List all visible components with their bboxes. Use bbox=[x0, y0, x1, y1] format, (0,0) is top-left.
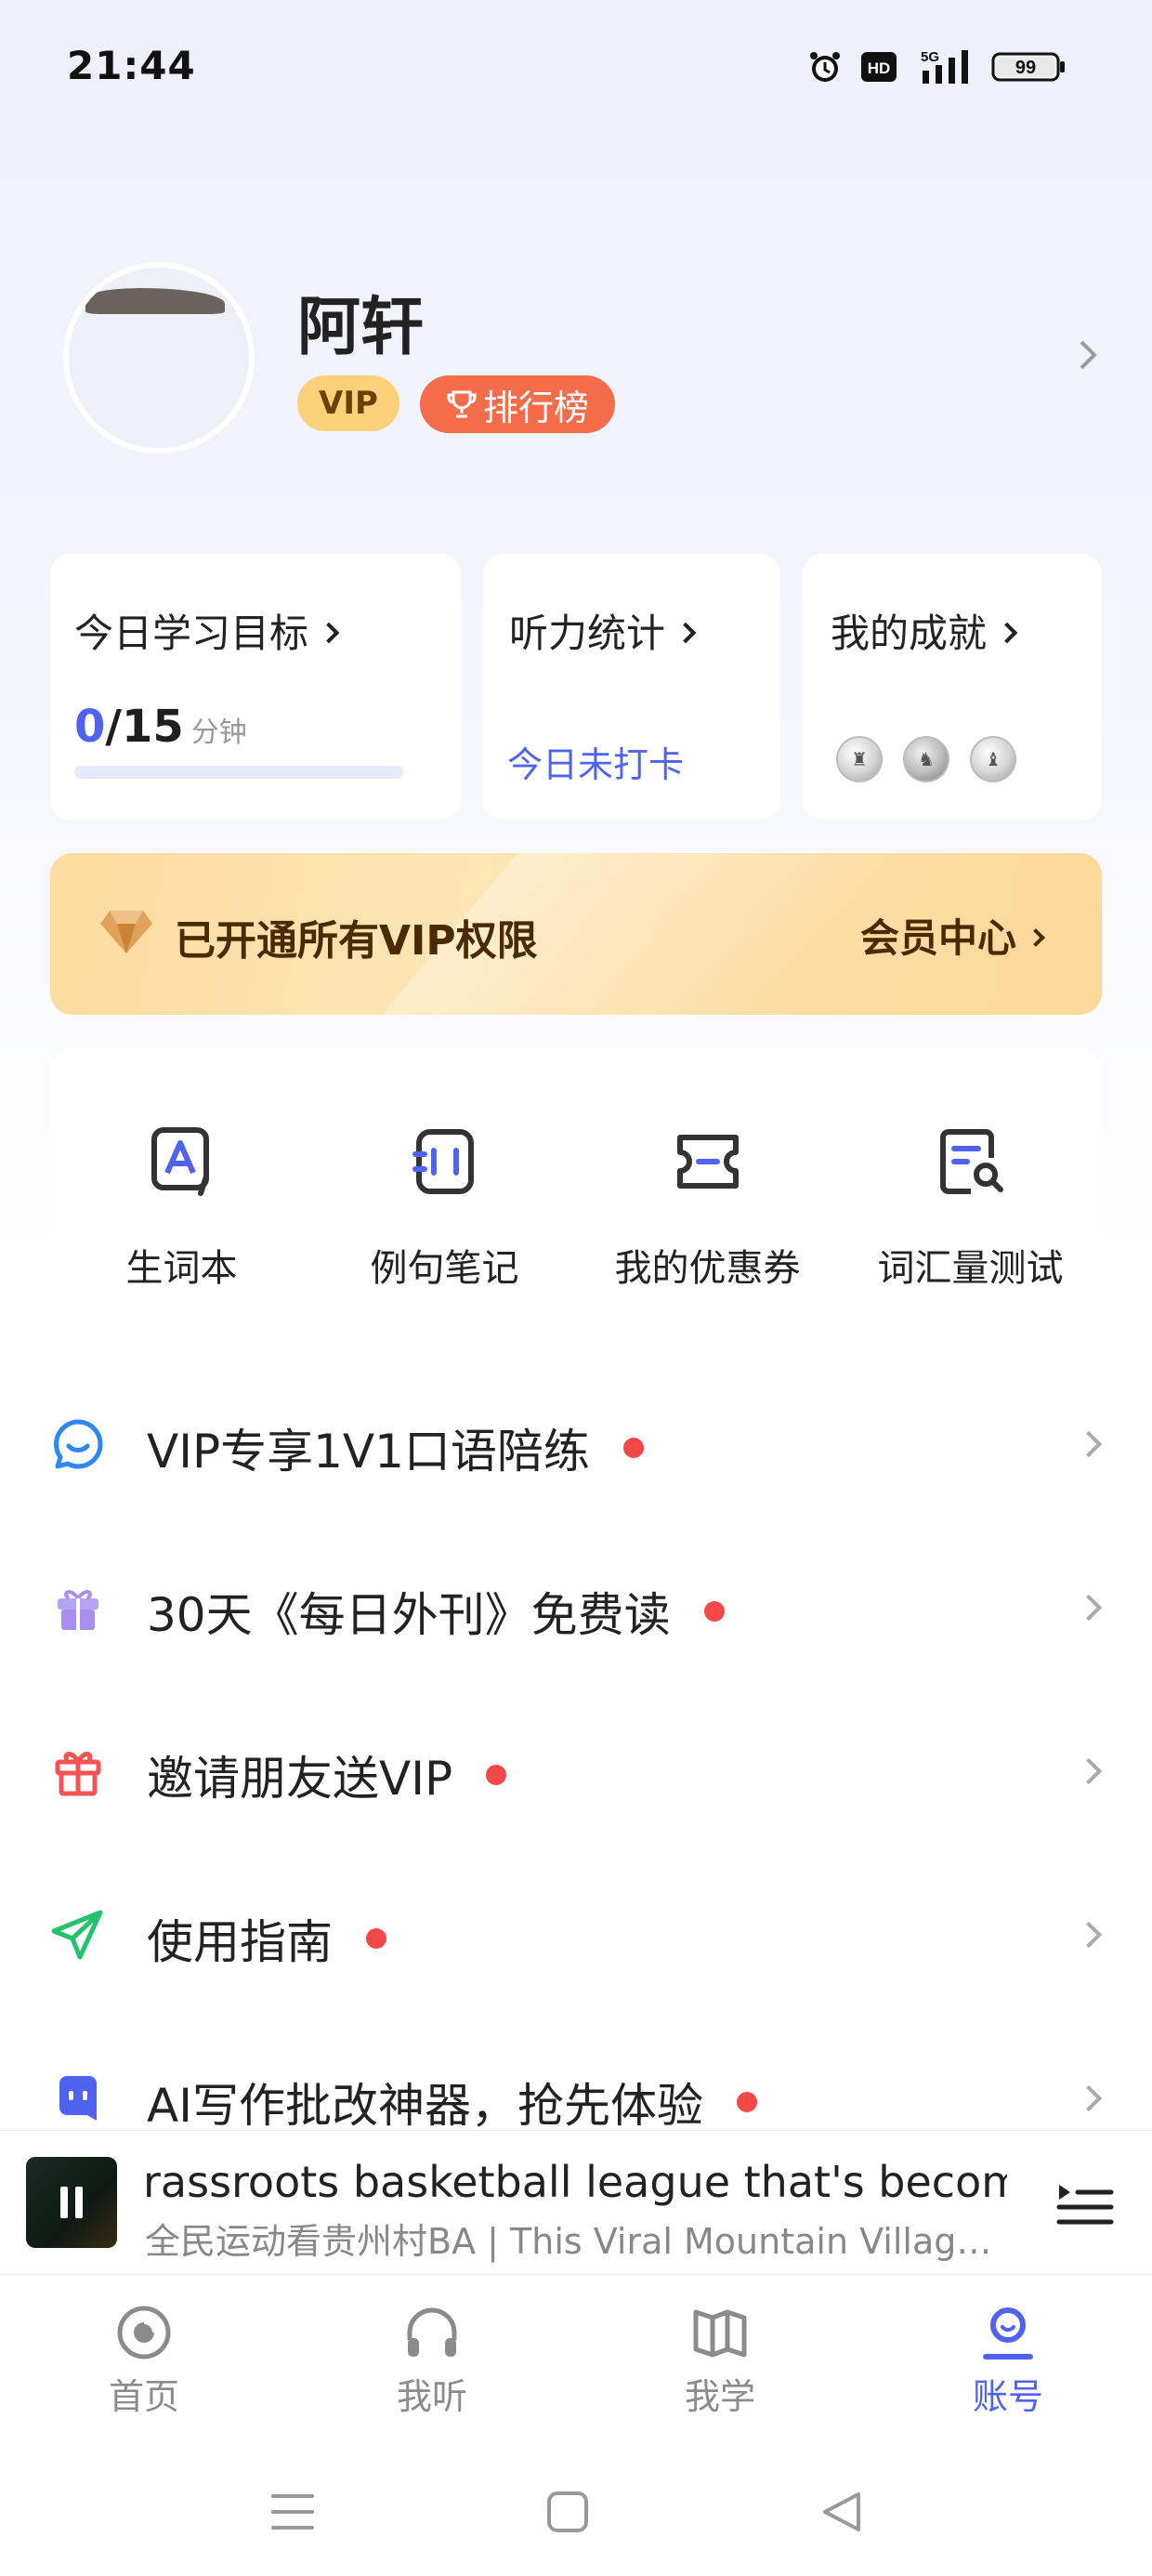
tab-label: 首页 bbox=[108, 2376, 179, 2417]
book-icon bbox=[693, 2309, 747, 2358]
achievements-card[interactable]: 我的成就 ♜ ♞ ♝ bbox=[803, 554, 1102, 820]
vocab-test-icon bbox=[939, 1129, 1003, 1194]
vip-status-text: 已开通所有VIP权限 bbox=[175, 917, 538, 965]
vip-banner[interactable]: 已开通所有VIP权限 会员中心 bbox=[50, 853, 1102, 1015]
leaderboard-label: 排行榜 bbox=[482, 387, 589, 428]
tool-label: 词汇量测试 bbox=[877, 1247, 1064, 1290]
medal-icon: ♝ bbox=[970, 736, 1016, 782]
chevron-right-icon bbox=[1075, 1757, 1103, 1785]
medal-icon: ♜ bbox=[836, 736, 883, 782]
menu-item-user-guide[interactable]: 使用指南 bbox=[0, 1849, 1152, 2013]
listening-stats-title: 听力统计 bbox=[509, 602, 697, 659]
chevron-right-icon bbox=[1075, 1430, 1103, 1458]
member-center-link[interactable]: 会员中心 bbox=[860, 907, 1045, 964]
menu-item-invite-friends[interactable]: 邀请朋友送VIP bbox=[0, 1686, 1152, 1849]
battery-icon: 99 bbox=[990, 48, 1068, 85]
status-bar: 21:44 HD 5G 99 bbox=[0, 0, 1152, 139]
sentence-notes-icon bbox=[412, 1129, 474, 1194]
back-icon[interactable] bbox=[819, 2489, 866, 2535]
avatar[interactable] bbox=[63, 262, 255, 453]
tool-vocab-test[interactable]: 词汇量测试 bbox=[839, 1048, 1102, 1310]
notification-dot bbox=[703, 1601, 725, 1622]
chat-bubble-icon bbox=[54, 1419, 103, 1469]
chevron-right-icon bbox=[318, 622, 340, 643]
status-time: 21:44 bbox=[67, 43, 196, 88]
tab-label: 我学 bbox=[684, 2376, 755, 2417]
leaderboard-badge[interactable]: 排行榜 bbox=[420, 375, 615, 433]
vip-badge[interactable]: VIP bbox=[297, 375, 399, 431]
track-subtitle: 全民运动看贵州村BA | This Viral Mountain Village… bbox=[145, 2221, 1000, 2262]
chevron-right-icon bbox=[1075, 2084, 1103, 2112]
account-icon bbox=[983, 2307, 1033, 2359]
listening-status: 今日未打卡 bbox=[507, 744, 685, 785]
system-nav-bar bbox=[0, 2455, 1152, 2576]
alarm-icon bbox=[805, 48, 845, 85]
svg-text:99: 99 bbox=[1015, 58, 1036, 78]
notification-dot bbox=[366, 1928, 386, 1949]
tool-label: 生词本 bbox=[125, 1247, 238, 1290]
mini-player[interactable]: rassroots basketball league that's becom… bbox=[0, 2130, 1152, 2275]
tool-wordbook[interactable]: 生词本 bbox=[50, 1048, 313, 1310]
home-icon bbox=[117, 2306, 171, 2359]
chevron-right-icon bbox=[996, 622, 1018, 643]
tools-grid: 生词本 例句笔记 我的优惠券 词汇量测试 bbox=[50, 1048, 1102, 1310]
tab-label: 我听 bbox=[396, 2376, 467, 2417]
menu-item-label: AI写作批改神器，抢先体验 bbox=[147, 2069, 757, 2130]
chevron-right-icon bbox=[1075, 1594, 1103, 1622]
tool-coupons[interactable]: 我的优惠券 bbox=[576, 1048, 839, 1310]
notification-dot bbox=[622, 1438, 644, 1458]
menu-item-oral-practice[interactable]: VIP专享1V1口语陪练 bbox=[0, 1359, 1152, 1522]
hd-icon: HD bbox=[858, 48, 899, 85]
menu-item-label: 使用指南 bbox=[147, 1905, 386, 1972]
medal-icon: ♞ bbox=[903, 736, 949, 782]
bottom-tab-bar: 首页 我听 我学 账号 bbox=[0, 2275, 1152, 2455]
study-goal-value: 0/15 分钟 bbox=[74, 701, 247, 753]
achievements-title: 我的成就 bbox=[831, 602, 1018, 659]
chevron-right-icon bbox=[1027, 927, 1045, 947]
gift-icon bbox=[55, 1752, 101, 1796]
tab-account[interactable]: 账号 bbox=[864, 2275, 1152, 2455]
tool-label: 例句笔记 bbox=[370, 1247, 519, 1290]
signal-icon: 5G bbox=[918, 48, 979, 85]
svg-text:5G: 5G bbox=[921, 49, 939, 65]
medal-list: ♜ ♞ ♝ bbox=[836, 736, 1016, 782]
headphones-icon bbox=[407, 2307, 457, 2357]
home-square-icon[interactable] bbox=[544, 2489, 591, 2535]
profile-chevron-icon[interactable] bbox=[1070, 336, 1107, 374]
diamond-icon bbox=[98, 907, 154, 961]
avatar-image bbox=[85, 288, 225, 314]
menu-item-free-reading[interactable]: 30天《每日外刊》免费读 bbox=[0, 1522, 1152, 1686]
tab-listen[interactable]: 我听 bbox=[288, 2275, 576, 2455]
track-title: rassroots basketball league that's becom… bbox=[143, 2157, 1007, 2207]
pause-button[interactable] bbox=[26, 2157, 117, 2248]
robot-icon bbox=[59, 2076, 97, 2121]
menu-item-label: 邀请朋友送VIP bbox=[147, 1741, 507, 1808]
study-goal-title: 今日学习目标 bbox=[74, 602, 340, 659]
playlist-button[interactable] bbox=[1055, 2177, 1115, 2233]
tool-label: 我的优惠券 bbox=[614, 1247, 801, 1290]
chevron-right-icon bbox=[674, 622, 697, 643]
chevron-right-icon bbox=[1075, 1921, 1103, 1949]
gift-box-icon bbox=[58, 1590, 98, 1630]
tool-sentence-notes[interactable]: 例句笔记 bbox=[313, 1048, 576, 1310]
menu-item-label: VIP专享1V1口语陪练 bbox=[147, 1414, 644, 1481]
playlist-icon bbox=[1056, 2185, 1114, 2225]
username[interactable]: 阿轩 bbox=[297, 275, 424, 367]
paper-plane-icon bbox=[51, 1910, 103, 1960]
tab-label: 账号 bbox=[972, 2376, 1043, 2417]
listening-stats-card[interactable]: 听力统计 今日未打卡 bbox=[483, 554, 780, 820]
menu-icon[interactable] bbox=[269, 2489, 316, 2535]
menu-item-label: 30天《每日外刊》免费读 bbox=[147, 1578, 725, 1645]
study-goal-progress bbox=[74, 766, 403, 779]
menu-item-ai-writing[interactable]: AI写作批改神器，抢先体验 bbox=[0, 2013, 1152, 2130]
notification-dot bbox=[486, 1765, 507, 1785]
trophy-icon bbox=[447, 390, 477, 418]
svg-text:HD: HD bbox=[868, 59, 891, 77]
coupon-icon bbox=[676, 1135, 739, 1189]
notification-dot bbox=[736, 2092, 757, 2112]
wordbook-icon bbox=[151, 1127, 209, 1196]
tab-learn[interactable]: 我学 bbox=[576, 2275, 864, 2455]
tab-home[interactable]: 首页 bbox=[0, 2275, 288, 2455]
study-goal-card[interactable]: 今日学习目标 0/15 分钟 bbox=[50, 554, 461, 820]
